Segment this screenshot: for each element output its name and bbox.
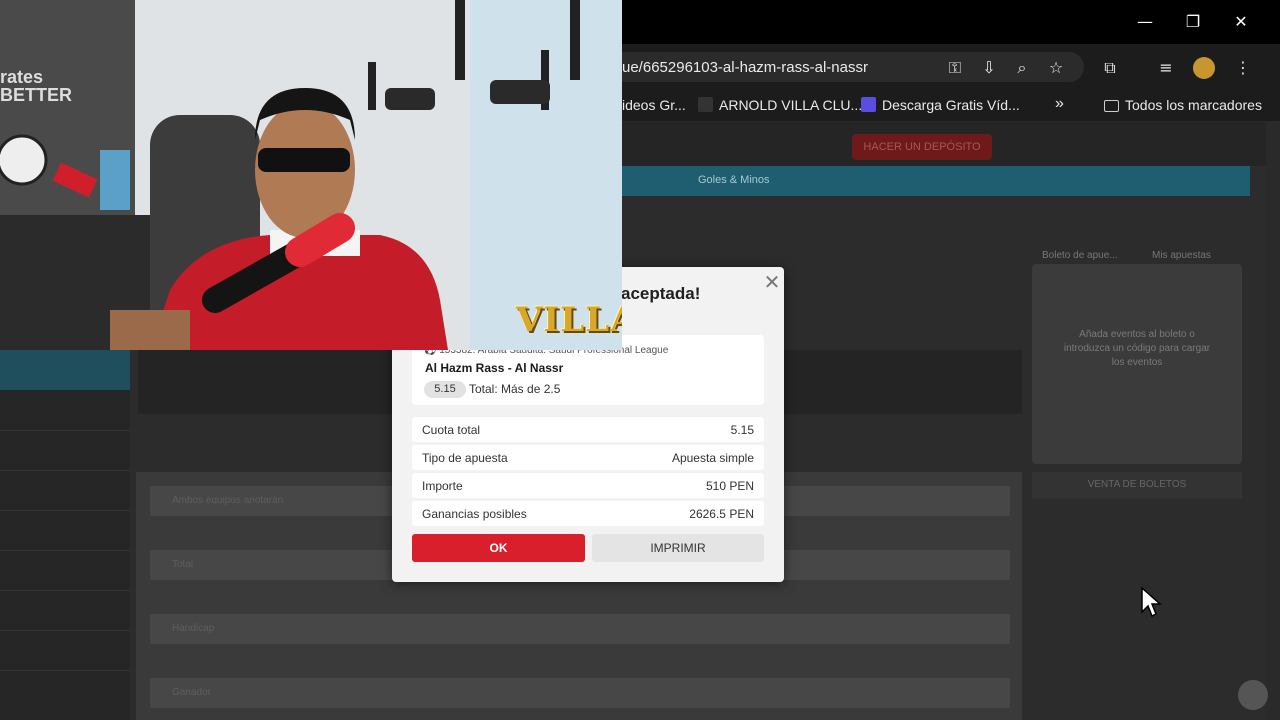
info-row-stake: Importe 510 PEN bbox=[412, 473, 764, 498]
info-row-total-odds: Cuota total 5.15 bbox=[412, 417, 764, 442]
streamer-logo: VILLA bbox=[516, 300, 622, 340]
chat-bubble-icon[interactable] bbox=[1238, 680, 1268, 710]
sport-header-text: Goles & Minos bbox=[698, 174, 770, 186]
market-row[interactable]: Ganador bbox=[150, 678, 1010, 708]
bet-pick: Total: Más de 2.5 bbox=[469, 382, 561, 396]
print-button[interactable]: IMPRIMIR bbox=[592, 534, 764, 562]
betslip-empty-text: Añada eventos al boleto o introduzca un … bbox=[1063, 329, 1211, 368]
match-name: Al Hazm Rass - Al Nassr bbox=[425, 361, 564, 375]
market-row[interactable]: Hándicap bbox=[150, 614, 1010, 644]
ticket-sale-button[interactable]: VENTA DE BOLETOS bbox=[1032, 472, 1242, 498]
restore-button[interactable]: ❐ bbox=[1170, 8, 1216, 36]
close-icon[interactable]: ✕ bbox=[762, 272, 782, 292]
media-queue-icon[interactable]: ≡ bbox=[1155, 57, 1177, 79]
deposit-button[interactable]: HACER UN DEPÓSITO bbox=[852, 134, 992, 160]
modal-title: aceptada! bbox=[621, 284, 701, 303]
profile-avatar[interactable] bbox=[1193, 57, 1215, 79]
zoom-icon[interactable]: ⌕ bbox=[1011, 57, 1033, 79]
wall-logo-text: rates BETTER bbox=[0, 67, 72, 105]
my-bets-tab[interactable]: Mis apuestas bbox=[1152, 250, 1211, 261]
bookmark-star-icon[interactable]: ☆ bbox=[1045, 57, 1067, 79]
all-bookmarks-folder[interactable]: Todos los marcadores bbox=[1104, 97, 1262, 113]
password-key-icon[interactable]: ⚿ bbox=[944, 57, 966, 79]
left-sidebar bbox=[0, 350, 130, 720]
install-app-icon[interactable]: ⇩ bbox=[978, 57, 1000, 79]
extensions-icon[interactable]: ⧉ bbox=[1099, 57, 1121, 79]
odds-badge: 5.15 bbox=[424, 381, 466, 398]
play-icon bbox=[861, 97, 876, 112]
bookmark-item[interactable]: ARNOLD VILLA CLU... bbox=[698, 97, 862, 113]
ok-button[interactable]: OK bbox=[412, 534, 585, 562]
screen: — ❐ ✕ ue/665296103-al-hazm-rass-al-nassr… bbox=[0, 0, 1280, 720]
info-row-bet-type: Tipo de apuesta Apuesta simple bbox=[412, 445, 764, 470]
betslip-tab[interactable]: Boleto de apue... bbox=[1042, 250, 1118, 261]
bookmarks-overflow-button[interactable]: » bbox=[1055, 95, 1064, 113]
menu-kebab-icon[interactable]: ⋮ bbox=[1232, 57, 1254, 79]
webcam-overlay: VILLA rates BETTER bbox=[0, 0, 622, 350]
minimize-button[interactable]: — bbox=[1122, 8, 1168, 36]
close-window-button[interactable]: ✕ bbox=[1218, 8, 1264, 36]
favicon-icon bbox=[698, 97, 713, 112]
info-row-possible-winnings: Ganancias posibles 2626.5 PEN bbox=[412, 501, 764, 526]
url-text[interactable]: ue/665296103-al-hazm-rass-al-nassr bbox=[622, 59, 868, 76]
mouse-cursor-icon bbox=[1141, 586, 1162, 618]
bookmark-item[interactable]: Descarga Gratis Víd... bbox=[861, 97, 1020, 113]
webcam-scene bbox=[0, 0, 622, 350]
page-scrollbar[interactable] bbox=[1266, 122, 1280, 720]
left-sidebar-active[interactable] bbox=[0, 350, 130, 390]
bookmark-item[interactable]: ideos Gr... bbox=[622, 97, 686, 113]
folder-icon bbox=[1104, 100, 1119, 112]
